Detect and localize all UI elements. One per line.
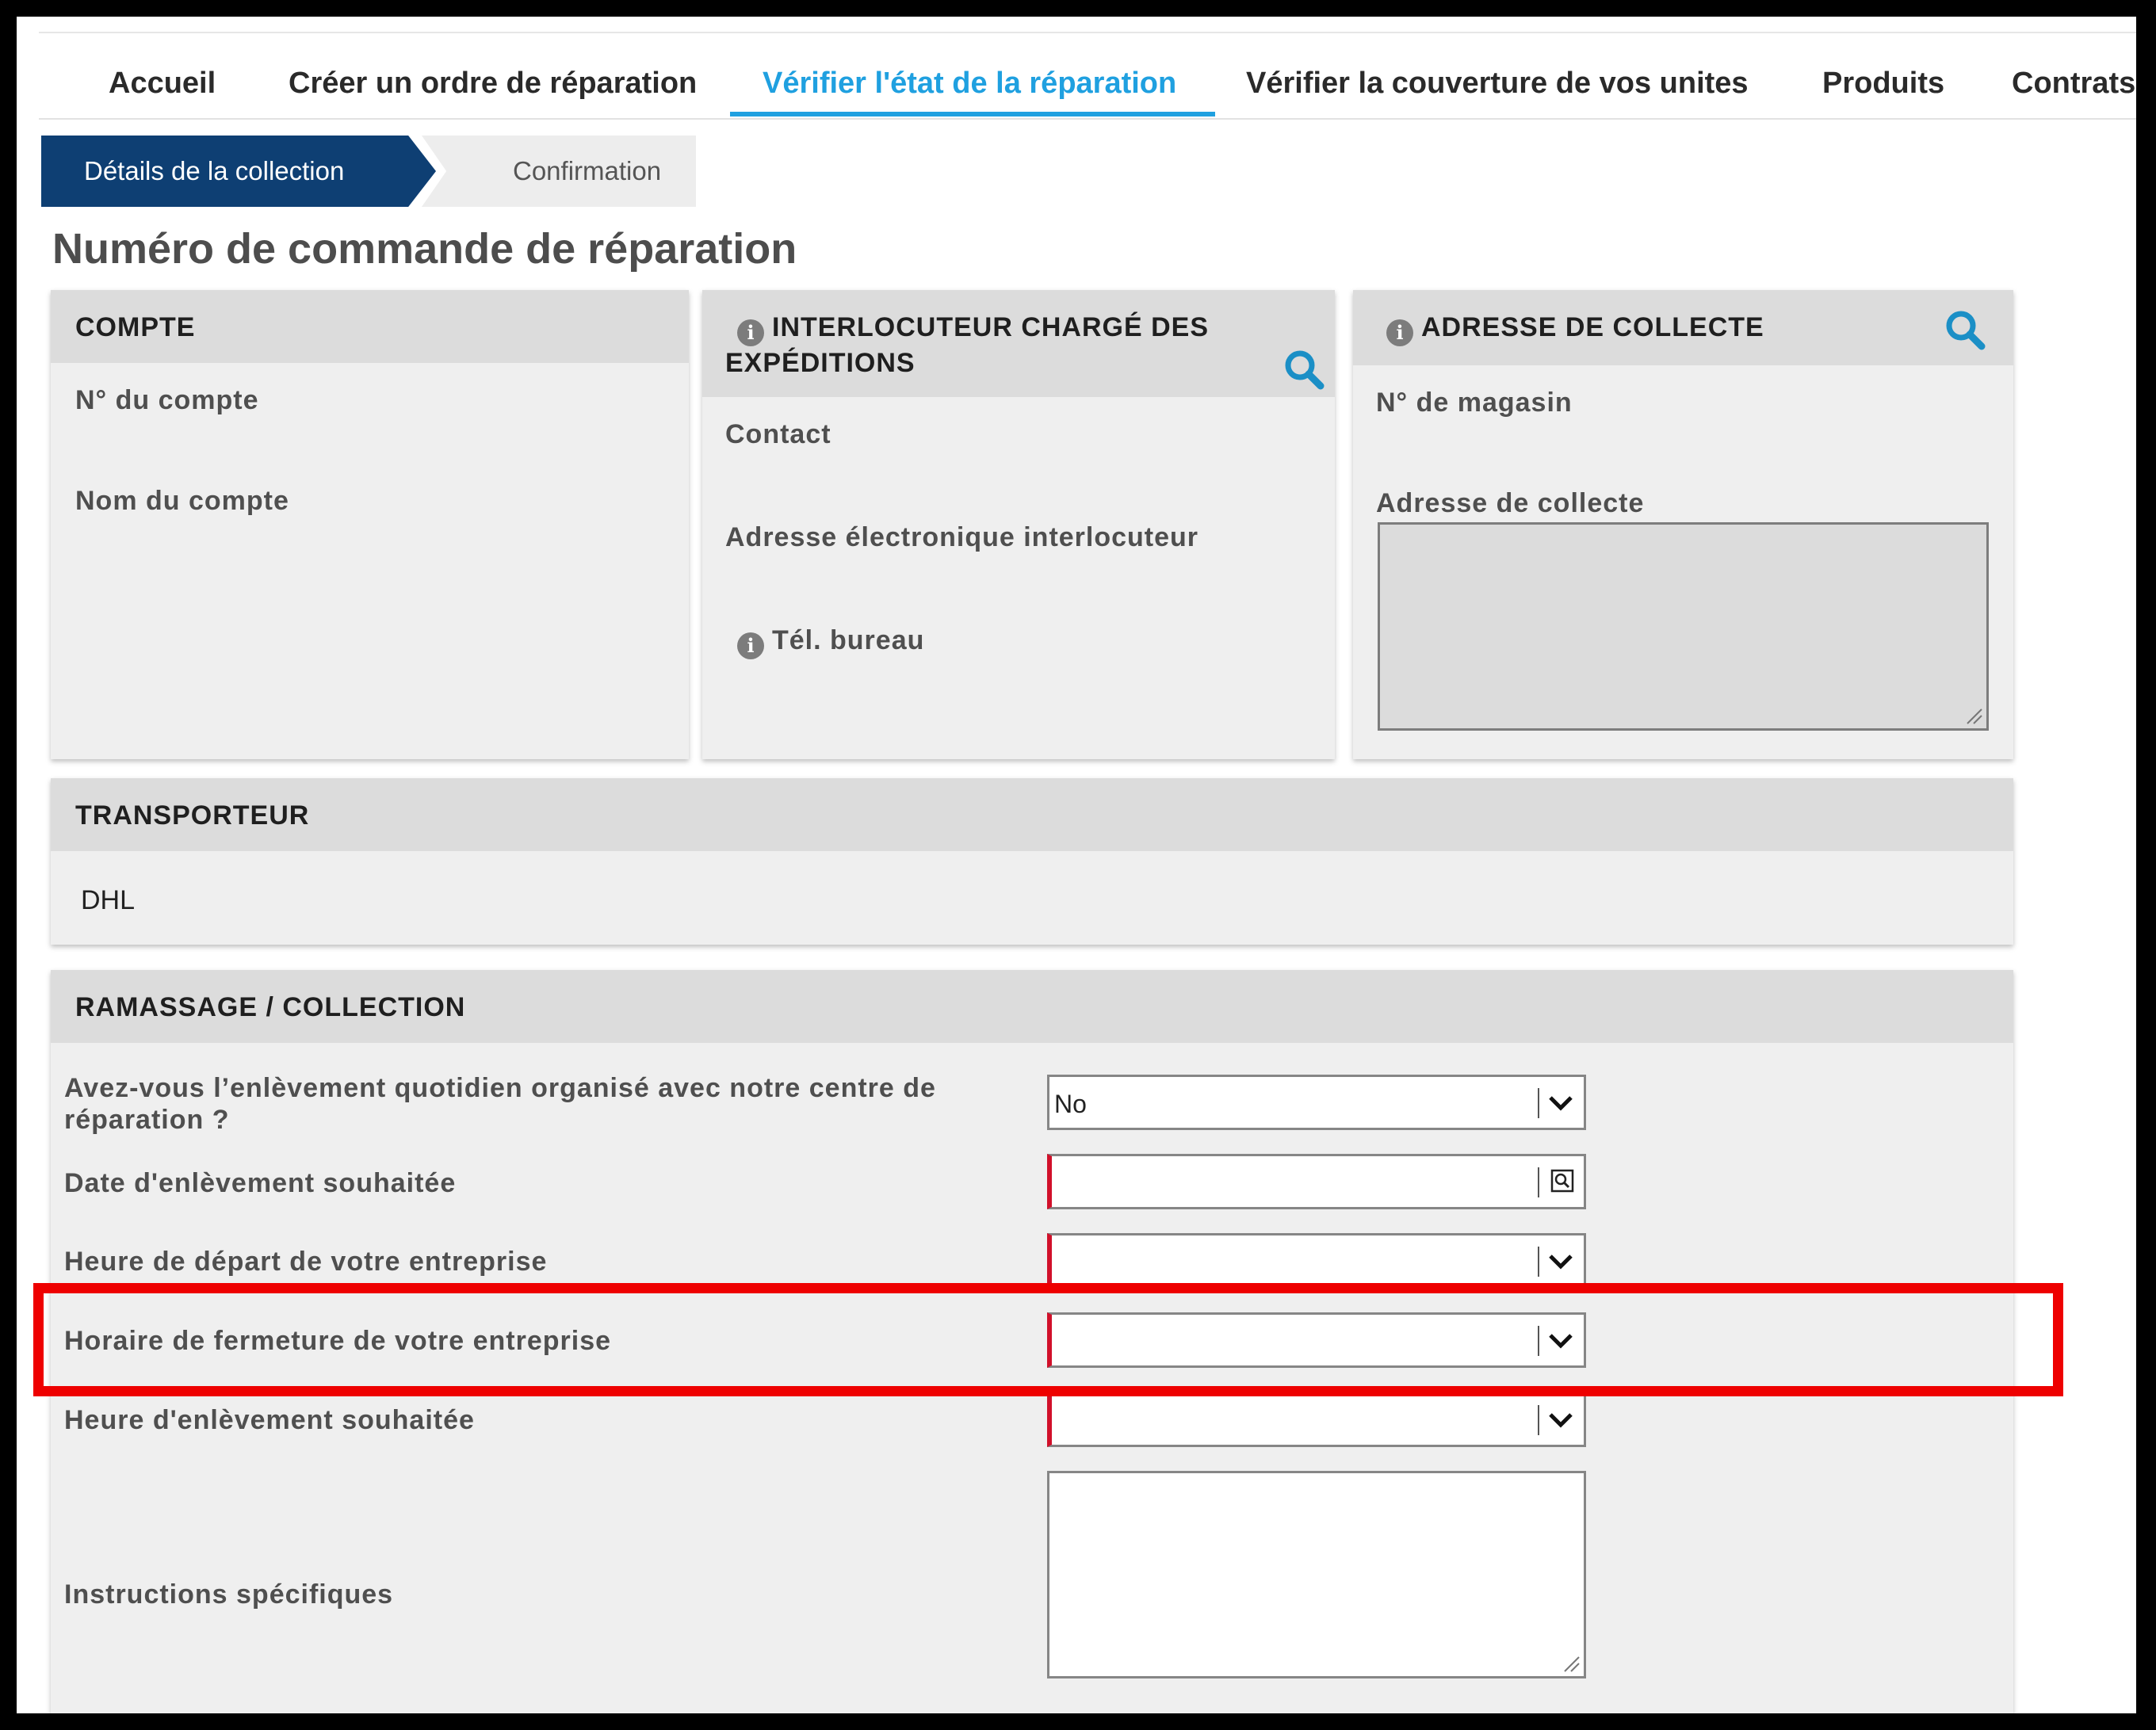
daily-pickup-label-line2: réparation ? xyxy=(64,1105,230,1135)
calendar-icon[interactable] xyxy=(1550,1169,1574,1193)
account-name-label: Nom du compte xyxy=(75,486,289,516)
chevron-down-icon[interactable] xyxy=(1546,1088,1576,1118)
info-icon[interactable]: i xyxy=(737,319,764,346)
carrier-panel: TRANSPORTEUR DHL xyxy=(51,778,2013,945)
departure-time-select[interactable] xyxy=(1047,1233,1586,1289)
collection-address-panel: i ADRESSE DE COLLECTE N° de magasin Adres… xyxy=(1353,290,2013,759)
nav-item-products[interactable]: Produits xyxy=(1822,67,1944,101)
shipping-contact-panel: i INTERLOCUTEUR CHARGÉ DES EXPÉDITIONS Co… xyxy=(702,290,1335,759)
carrier-panel-header: TRANSPORTEUR xyxy=(51,778,2013,851)
account-panel-header: COMPTE xyxy=(51,290,689,363)
contact-email-label: Adresse électronique interlocuteur xyxy=(725,522,1199,552)
nav-item-check-coverage[interactable]: Vérifier la couverture de vos unites xyxy=(1246,67,1749,101)
pickup-date-input[interactable] xyxy=(1047,1154,1586,1209)
daily-pickup-value: No xyxy=(1054,1090,1087,1118)
step-confirmation-label: Confirmation xyxy=(513,156,662,185)
pickup-time-select[interactable] xyxy=(1047,1392,1586,1447)
info-icon[interactable]: i xyxy=(737,632,764,659)
chevron-down-icon[interactable] xyxy=(1546,1405,1576,1435)
step-collection-details-label: Détails de la collection xyxy=(84,156,345,185)
search-icon[interactable] xyxy=(1282,347,1326,391)
search-icon[interactable] xyxy=(1943,307,1987,352)
shipping-contact-title-line2: EXPÉDITIONS xyxy=(725,348,916,378)
step-collection-details[interactable]: Détails de la collection xyxy=(41,136,436,207)
shipping-contact-panel-header: i INTERLOCUTEUR CHARGÉ DES EXPÉDITIONS xyxy=(702,290,1335,397)
app-window: Accueil Créer un ordre de réparation Vér… xyxy=(17,17,2136,1713)
daily-pickup-select[interactable]: No xyxy=(1047,1075,1586,1130)
highlight-box xyxy=(33,1283,2063,1396)
collection-address-panel-title: i ADRESSE DE COLLECTE xyxy=(1386,311,1764,346)
nav-item-contracts[interactable]: Contrats xyxy=(2012,67,2135,101)
office-phone-label: i Tél. bureau xyxy=(737,625,924,659)
office-phone-label-text: Tél. bureau xyxy=(772,625,925,655)
collection-address-label: Adresse de collecte xyxy=(1376,488,1645,518)
store-number-label: N° de magasin xyxy=(1376,388,1573,418)
collection-address-textarea[interactable] xyxy=(1378,522,1989,731)
pickup-panel-title: RAMASSAGE / COLLECTION xyxy=(75,992,466,1022)
top-divider xyxy=(39,32,2136,33)
contact-label: Contact xyxy=(725,419,831,449)
page-title: Numéro de commande de réparation xyxy=(52,225,797,273)
shipping-contact-title-line1: INTERLOCUTEUR CHARGÉ DES xyxy=(772,312,1210,342)
info-icon[interactable]: i xyxy=(1386,319,1413,346)
pickup-panel-header: RAMASSAGE / COLLECTION xyxy=(51,970,2013,1043)
carrier-panel-title: TRANSPORTEUR xyxy=(75,800,310,831)
step-confirmation[interactable]: Confirmation xyxy=(422,136,696,207)
resize-grip-icon[interactable] xyxy=(1964,706,1983,725)
main-nav: Accueil Créer un ordre de réparation Vér… xyxy=(39,53,2136,120)
nav-item-check-repair-status[interactable]: Vérifier l'état de la réparation xyxy=(763,67,1176,101)
active-tab-underline xyxy=(730,112,1215,116)
chevron-down-icon[interactable] xyxy=(1546,1247,1576,1277)
pickup-date-label: Date d'enlèvement souhaitée xyxy=(64,1168,457,1198)
resize-grip-icon[interactable] xyxy=(1562,1654,1581,1673)
nav-item-create-repair[interactable]: Créer un ordre de réparation xyxy=(289,67,697,101)
collection-address-title-text: ADRESSE DE COLLECTE xyxy=(1421,312,1764,342)
nav-item-accueil[interactable]: Accueil xyxy=(109,67,216,101)
account-number-label: N° du compte xyxy=(75,385,259,415)
account-panel-title: COMPTE xyxy=(75,312,196,342)
pickup-time-label: Heure d'enlèvement souhaitée xyxy=(64,1405,475,1435)
shipping-contact-panel-title: i INTERLOCUTEUR CHARGÉ DES EXPÉDITIONS xyxy=(725,311,1208,380)
carrier-value: DHL xyxy=(81,885,136,915)
collection-address-panel-header: i ADRESSE DE COLLECTE xyxy=(1353,290,2013,365)
daily-pickup-label: Avez-vous l’enlèvement quotidien organis… xyxy=(64,1072,936,1136)
daily-pickup-label-line1: Avez-vous l’enlèvement quotidien organis… xyxy=(64,1073,936,1103)
instructions-textarea[interactable] xyxy=(1047,1471,1586,1678)
departure-time-label: Heure de départ de votre entreprise xyxy=(64,1247,548,1277)
account-panel: COMPTE N° du compte Nom du compte xyxy=(51,290,689,759)
instructions-label: Instructions spécifiques xyxy=(64,1579,394,1610)
